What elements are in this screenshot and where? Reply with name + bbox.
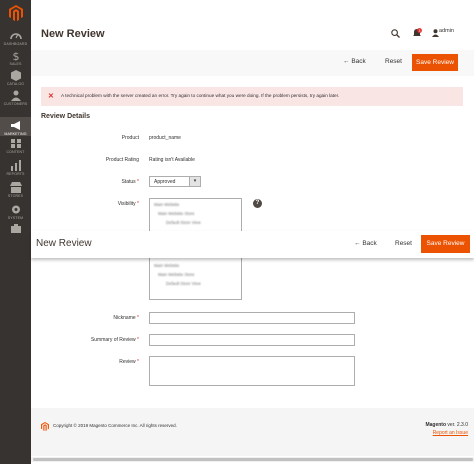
visibility-option[interactable]: Main Website <box>154 263 179 268</box>
chevron-down-icon: ▾ <box>189 177 200 186</box>
help-icon[interactable]: ? <box>253 199 262 208</box>
admin-sidebar: DASHBOARD $ SALES CATALOG CUSTOMERS MARK… <box>0 0 31 464</box>
scrollbar-thumb[interactable] <box>33 458 473 461</box>
sidebar-item-label: SYSTEM <box>7 216 24 220</box>
gear-icon <box>11 205 20 214</box>
sticky-back-button[interactable]: ← Back <box>354 240 377 247</box>
customers-icon <box>10 90 21 101</box>
sidebar-item-label: CONTENT <box>6 150 25 154</box>
sidebar-item-customers[interactable]: CUSTOMERS <box>0 90 31 107</box>
sidebar-item-reports[interactable]: REPORTS <box>0 160 31 176</box>
visibility-option[interactable]: Main Website Store <box>158 272 194 277</box>
store-icon <box>9 182 22 193</box>
sidebar-item-extensions[interactable] <box>0 224 31 234</box>
nickname-label: Nickname * <box>113 315 139 321</box>
error-message: ✕ A technical problem with the server cr… <box>41 87 463 106</box>
sidebar-item-marketing[interactable]: MARKETING <box>0 117 31 136</box>
sidebar-item-label: REPORTS <box>6 172 25 176</box>
save-review-button[interactable]: Save Review <box>412 54 458 71</box>
section-title: Review Details <box>41 113 91 120</box>
version-text: Magento ver. 2.3.0 <box>425 422 468 428</box>
sidebar-item-stores[interactable]: STORES <box>0 182 31 198</box>
sidebar-item-label: SALES <box>9 62 22 66</box>
copyright-text: Copyright © 2019 Magento Commerce Inc. A… <box>53 423 177 428</box>
sidebar-item-dashboard[interactable]: DASHBOARD <box>0 30 31 46</box>
visibility-label: Visibility * <box>117 201 139 207</box>
content-icon <box>10 139 21 148</box>
sidebar-item-label: DASHBOARD <box>3 42 28 46</box>
report-issue-link[interactable]: Report an Issue <box>433 430 468 436</box>
status-selected-value: Approved <box>154 179 176 185</box>
magento-logo <box>41 422 49 431</box>
user-icon[interactable] <box>432 29 439 37</box>
dashboard-icon <box>9 33 22 40</box>
review-textarea[interactable] <box>149 356 355 386</box>
sticky-header: New Review ← Back Reset Save Review <box>31 231 474 258</box>
sticky-reset-button[interactable]: Reset <box>395 240 412 247</box>
bell-icon[interactable]: 3 <box>412 28 422 38</box>
horizontal-scrollbar[interactable] <box>31 457 474 462</box>
sidebar-item-system[interactable]: SYSTEM <box>0 204 31 220</box>
sticky-page-title: New Review <box>36 238 92 249</box>
box-icon <box>10 70 21 81</box>
sidebar-item-label: STORES <box>7 194 24 198</box>
rating-value: Rating isn't Available <box>149 157 195 163</box>
product-value: product_name <box>149 135 181 141</box>
sidebar-item-label: MARKETING <box>4 132 27 136</box>
magento-logo[interactable] <box>9 5 23 21</box>
reset-button[interactable]: Reset <box>385 58 402 65</box>
extension-icon <box>10 224 21 233</box>
sticky-save-review-button[interactable]: Save Review <box>421 235 470 253</box>
page-title: New Review <box>41 28 105 40</box>
rating-label: Product Rating <box>105 157 139 163</box>
status-label: Status * <box>121 179 139 185</box>
nickname-field[interactable] <box>149 312 355 324</box>
admin-user-menu[interactable]: admin <box>439 28 454 34</box>
back-label: Back <box>351 58 366 65</box>
bar-chart-icon <box>10 160 21 171</box>
back-button[interactable]: ← Back <box>343 58 366 65</box>
sidebar-item-label: CUSTOMERS <box>3 102 28 106</box>
visibility-option[interactable]: Main Website <box>154 202 179 207</box>
error-text: A technical problem with the server crea… <box>61 93 340 98</box>
error-icon: ✕ <box>48 93 54 100</box>
review-label: Review * <box>119 359 139 365</box>
notification-count: 3 <box>418 29 420 33</box>
summary-field[interactable] <box>149 334 355 346</box>
product-label: Product <box>121 135 139 141</box>
sidebar-item-catalog[interactable]: CATALOG <box>0 70 31 86</box>
sidebar-item-sales[interactable]: $ SALES <box>0 50 31 66</box>
main-content: New Review 3 admin ← Back Reset Save Rev… <box>31 0 474 464</box>
back-label: Back <box>362 240 377 247</box>
visibility-option[interactable]: Default Store View <box>166 281 201 286</box>
svg-text:$: $ <box>12 50 19 61</box>
sidebar-item-content[interactable]: CONTENT <box>0 138 31 155</box>
visibility-option[interactable]: Main Website Store <box>158 211 194 216</box>
dollar-icon: $ <box>12 50 19 61</box>
summary-label: Summary of Review * <box>90 337 139 343</box>
sidebar-item-label: CATALOG <box>6 82 25 86</box>
status-select[interactable]: Approved ▾ <box>149 176 201 187</box>
megaphone-icon <box>10 121 20 130</box>
page-footer: Copyright © 2019 Magento Commerce Inc. A… <box>31 408 474 456</box>
page-actions-bar: ← Back Reset Save Review <box>31 50 474 76</box>
visibility-option[interactable]: Default Store View <box>166 220 201 225</box>
search-icon[interactable] <box>391 29 400 38</box>
